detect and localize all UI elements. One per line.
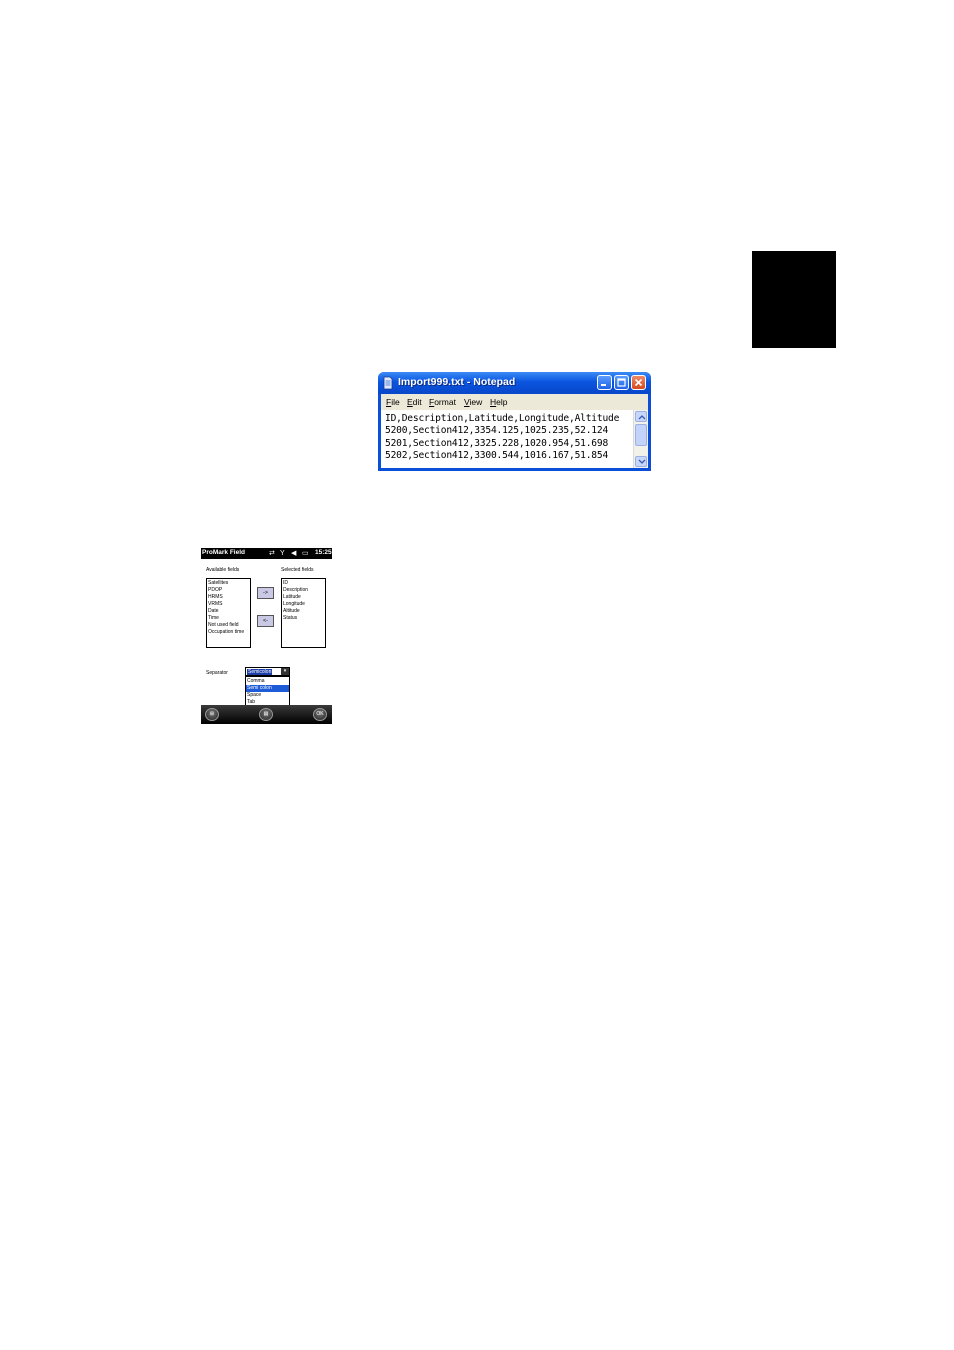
text-line: 5202,Section412,3300.544,1016.167,51.854 (385, 449, 609, 461)
list-item[interactable]: Not used field (208, 622, 239, 628)
notepad-window: Import999.txt - Notepad File Edit Format… (378, 372, 651, 471)
menu-edit[interactable]: Edit (407, 397, 422, 407)
separator-option-selected[interactable]: Semi colon (246, 685, 289, 692)
menu-file[interactable]: File (386, 397, 400, 407)
list-item[interactable]: Description (283, 587, 308, 593)
list-item[interactable]: Status (283, 615, 297, 621)
notepad-icon (383, 376, 393, 390)
notepad-text-area[interactable]: ID,Description,Latitude,Longitude,Altitu… (381, 410, 648, 468)
separator-select[interactable]: Semicolon ▾ (245, 667, 290, 676)
maximize-icon (617, 378, 626, 387)
chevron-up-icon (638, 415, 646, 420)
status-bar: ProMark Field ⇄ Y ◀ ▭ 15:25 (201, 548, 332, 559)
list-item[interactable]: Satellites (208, 580, 228, 586)
remove-field-button[interactable]: <- (257, 615, 274, 627)
notepad-title: Import999.txt - Notepad (398, 376, 516, 388)
keyboard-icon: ▤ (263, 711, 269, 717)
maximize-button[interactable] (614, 375, 629, 390)
clock: 15:25 (315, 549, 332, 556)
dropdown-arrow-icon[interactable]: ▾ (281, 668, 289, 675)
scroll-up-button[interactable] (635, 411, 647, 422)
list-item[interactable]: Occupation time (208, 629, 244, 635)
menu-help[interactable]: Help (490, 397, 507, 407)
list-item[interactable]: PDOP (208, 587, 222, 593)
sync-icon: ⇄ (269, 550, 275, 557)
text-line: ID,Description,Latitude,Longitude,Altitu… (385, 413, 620, 424)
notepad-text: ID,Description,Latitude,Longitude,Altitu… (385, 413, 619, 462)
notepad-menu-bar: File Edit Format View Help (381, 394, 648, 410)
list-item[interactable]: Longitude (283, 601, 305, 607)
list-item[interactable]: Date (208, 608, 219, 614)
windows-icon: ⊞ (209, 711, 215, 717)
app-title: ProMark Field (202, 549, 245, 556)
add-field-button[interactable]: -> (257, 587, 274, 599)
list-item[interactable]: Latitude (283, 594, 301, 600)
signal-icon: Y (280, 550, 285, 557)
separator-option[interactable]: Comma (246, 678, 289, 685)
menu-format[interactable]: Format (429, 397, 456, 407)
close-button[interactable] (631, 375, 646, 390)
minimize-button[interactable] (597, 375, 612, 390)
separator-value: Semicolon (247, 669, 273, 675)
list-item[interactable]: ID (283, 580, 288, 586)
text-line: 5201,Section412,3325.228,1020.954,51.698 (385, 437, 609, 449)
bottom-bar: ⊞ ▤ OK (201, 705, 332, 724)
available-fields-label: Available fields (206, 567, 240, 573)
notepad-title-bar[interactable]: Import999.txt - Notepad (378, 372, 651, 394)
separator-option[interactable]: Space (246, 692, 289, 699)
minimize-icon (601, 384, 606, 386)
text-line: 5200,Section412,3354.125,1025.235,52.124 (385, 425, 609, 437)
separator-label: Separator (206, 670, 228, 676)
list-item[interactable]: HRMS (208, 594, 223, 600)
menu-view[interactable]: View (464, 397, 482, 407)
close-icon (634, 378, 643, 387)
selected-fields-label: Selected fields (281, 567, 314, 573)
scroll-thumb[interactable] (635, 424, 647, 446)
list-item[interactable]: Time (208, 615, 219, 621)
vertical-scrollbar[interactable] (633, 410, 648, 468)
volume-icon: ◀ (291, 550, 297, 557)
device-screen: ProMark Field ⇄ Y ◀ ▭ 15:25 Available fi… (201, 548, 332, 724)
list-item[interactable]: Altitude (283, 608, 300, 614)
ok-button[interactable]: OK (313, 708, 327, 721)
start-button[interactable]: ⊞ (205, 708, 219, 721)
battery-icon: ▭ (302, 550, 309, 557)
chevron-down-icon (638, 459, 646, 464)
keyboard-button[interactable]: ▤ (259, 708, 273, 721)
section-tab-marker (752, 251, 836, 348)
selected-fields-list[interactable]: ID Description Latitude Longitude Altitu… (281, 578, 326, 648)
list-item[interactable]: VRMS (208, 601, 222, 607)
scroll-down-button[interactable] (635, 456, 647, 467)
available-fields-list[interactable]: Satellites PDOP HRMS VRMS Date Time Not … (206, 578, 251, 648)
separator-dropdown[interactable]: Comma Semi colon Space Tab (245, 676, 290, 706)
